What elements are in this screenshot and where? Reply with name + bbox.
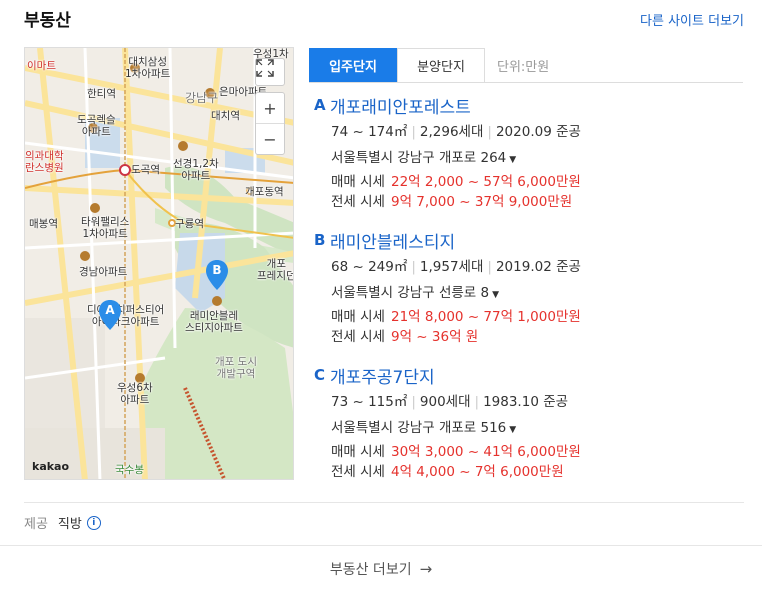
- map-label-tower-palace: 타워팰리스 1차아파트: [81, 216, 130, 240]
- zoom-out-button[interactable]: −: [256, 124, 284, 154]
- map-label-seongyeong: 선경1,2차 아파트: [173, 158, 219, 182]
- complex-address: 서울특별시 강남구 선릉로 8: [331, 285, 490, 301]
- zoom-in-button[interactable]: +: [256, 93, 284, 123]
- map-base: [25, 48, 293, 479]
- map-label-hanti: 한티역: [87, 88, 116, 100]
- lease-label: 전세 시세: [331, 464, 385, 480]
- lease-label: 전세 시세: [331, 194, 385, 210]
- complex-item: C 개포주공7단지 73 ~ 115㎡ | 900세대 | 1983.10 준공 서울특…: [314, 364, 581, 482]
- tab-presale[interactable]: 분양단지: [397, 48, 485, 83]
- provider-name: 직방: [57, 517, 82, 532]
- section-title: 부동산: [24, 11, 71, 31]
- map-pin-a[interactable]: A: [99, 300, 121, 330]
- info-icon[interactable]: i: [86, 515, 101, 530]
- more-button-label: 부동산 더보기: [329, 561, 412, 578]
- map-label-guksubong: 국수봉: [115, 464, 144, 476]
- complex-name-link[interactable]: 개포주공7단지: [330, 363, 435, 388]
- complex-households: 1,957세대: [419, 259, 484, 275]
- caret-down-icon[interactable]: ▼: [509, 425, 516, 435]
- map-label-gangnamgu: 강남구: [185, 91, 219, 105]
- map-label-gaepo-dev: 개포 도시 개발구역: [215, 356, 257, 380]
- complex-letter: A: [314, 96, 326, 114]
- provider-label: 제공: [24, 517, 48, 532]
- map-label-gaepo-station: 개포동역: [245, 186, 284, 198]
- complex-completed: 1983.10 준공: [483, 394, 569, 410]
- map-label-uigwa: 의과대학 란스병원: [25, 150, 64, 174]
- map-label-gyeongnam: 경남아파트: [79, 266, 128, 278]
- complex-completed: 2020.09 준공: [495, 124, 581, 140]
- divider: [24, 502, 744, 503]
- map-label-daechi-station: 대치역: [211, 110, 240, 122]
- complex-letter: B: [314, 231, 326, 249]
- map-pin-b[interactable]: B: [206, 260, 228, 290]
- map-label-raemian-bl: 래미안블레 스티지아파트: [185, 310, 243, 334]
- kakao-logo: kakao: [32, 460, 70, 473]
- complex-address-row[interactable]: 서울특별시 강남구 개포로 264 ▼: [314, 146, 581, 170]
- map-label-daechi-samsung: 대치삼성 1차아파트: [125, 56, 171, 80]
- sale-price: 21억 8,000 ~ 77억 1,000만원: [390, 309, 581, 325]
- provider-info: 제공 직방 i: [24, 513, 101, 532]
- map-label-dogok-rexle: 도곡렉슬 아파트: [77, 114, 116, 138]
- zoom-control: + −: [255, 92, 285, 155]
- complex-item: A 개포래미안포레스트 74 ~ 174㎡ | 2,296세대 | 2020.09 준공…: [314, 94, 581, 212]
- complex-households: 2,296세대: [419, 124, 484, 140]
- map-label-emart: 이마트: [27, 60, 56, 72]
- complex-address-row[interactable]: 서울특별시 강남구 개포로 516 ▼: [314, 416, 581, 440]
- sale-label: 매매 시세: [331, 444, 385, 460]
- caret-down-icon[interactable]: ▼: [492, 290, 499, 300]
- complex-households: 900세대: [419, 394, 471, 410]
- complex-area: 73 ~ 115㎡: [331, 394, 408, 410]
- tab-divider: [309, 82, 743, 83]
- map-label-gaepo-presige: 개포 프레지던: [257, 258, 294, 282]
- complex-area: 68 ~ 249㎡: [331, 259, 408, 275]
- complex-address-row[interactable]: 서울특별시 강남구 선릉로 8 ▼: [314, 281, 581, 305]
- complex-completed: 2019.02 준공: [495, 259, 581, 275]
- map-label-woosung6: 우성6차 아파트: [117, 382, 153, 406]
- sale-price: 22억 2,000 ~ 57억 6,000만원: [390, 174, 581, 190]
- caret-down-icon[interactable]: ▼: [509, 155, 516, 165]
- lease-price: 9억 ~ 36억 원: [390, 329, 479, 345]
- complex-letter: C: [314, 366, 326, 384]
- sale-label: 매매 시세: [331, 309, 385, 325]
- complex-area: 74 ~ 174㎡: [331, 124, 408, 140]
- unit-label: 단위:만원: [497, 60, 550, 75]
- map-label-dogok-station: 도곡역: [131, 164, 160, 176]
- expand-icon: [256, 59, 274, 77]
- complex-tabs: 입주단지 분양단지 단위:만원: [309, 48, 549, 83]
- complex-address: 서울특별시 강남구 개포로 264: [331, 150, 507, 166]
- complex-name-link[interactable]: 개포래미안포레스트: [330, 93, 471, 118]
- complex-name-link[interactable]: 래미안블레스티지: [330, 228, 455, 253]
- map-label-guryong: 구룡역: [175, 218, 204, 230]
- map-view[interactable]: 이마트 대치삼성 1차아파트 우성1차 한티역 강남구 은마아파트 도곡렉슬 아…: [24, 47, 294, 480]
- tab-occupied[interactable]: 입주단지: [309, 48, 397, 83]
- lease-label: 전세 시세: [331, 329, 385, 345]
- sale-price: 30억 3,000 ~ 41억 6,000만원: [390, 444, 581, 460]
- fullscreen-button[interactable]: [255, 58, 285, 86]
- arrow-right-icon: →: [419, 559, 433, 578]
- complex-item: B 래미안블레스티지 68 ~ 249㎡ | 1,957세대 | 2019.02 준공 …: [314, 229, 581, 347]
- map-label-maebong: 매봉역: [29, 218, 58, 230]
- lease-price: 9억 7,000 ~ 37억 9,000만원: [390, 194, 573, 210]
- real-estate-more-button[interactable]: 부동산 더보기 →: [0, 546, 762, 591]
- lease-price: 4억 4,000 ~ 7억 6,000만원: [390, 464, 564, 480]
- sale-label: 매매 시세: [331, 174, 385, 190]
- more-sites-link[interactable]: 다른 사이트 더보기: [640, 10, 744, 29]
- complex-address: 서울특별시 강남구 개포로 516: [331, 420, 507, 436]
